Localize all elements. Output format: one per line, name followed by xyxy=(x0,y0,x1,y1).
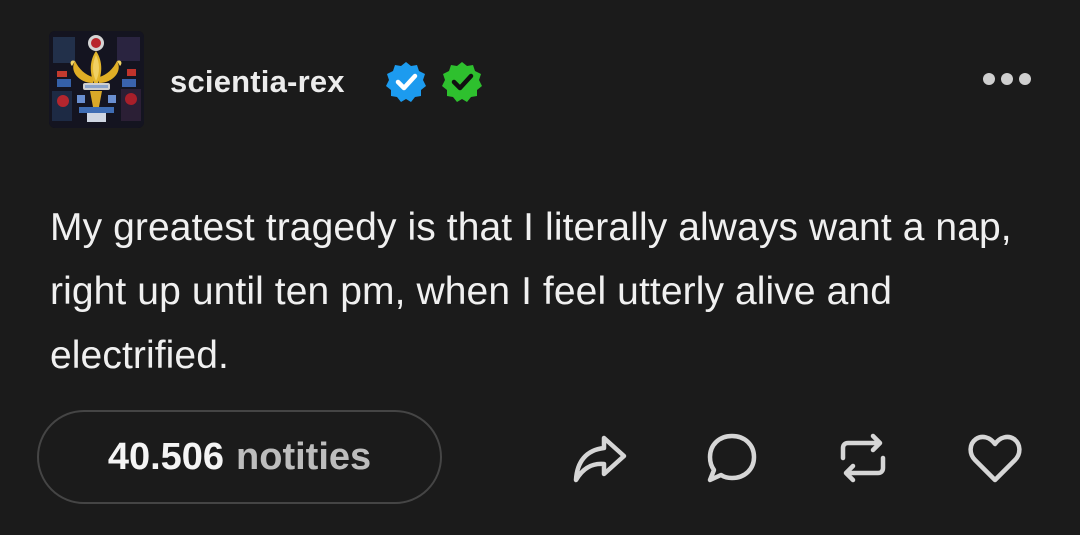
stained-glass-fleur-de-lis-avatar xyxy=(49,31,144,128)
post-card: scientia-rex My greatest tragedy is that… xyxy=(0,0,1080,535)
author-username[interactable]: scientia-rex xyxy=(170,62,345,102)
notes-label: notities xyxy=(236,435,372,478)
notes-button[interactable]: 40.506 notities xyxy=(37,410,442,504)
verified-badge-icon xyxy=(384,60,428,104)
share-icon[interactable] xyxy=(570,428,630,488)
notes-count: 40.506 xyxy=(107,435,225,478)
reblog-icon[interactable] xyxy=(833,428,893,488)
avatar[interactable] xyxy=(49,31,144,128)
like-icon[interactable] xyxy=(965,428,1025,488)
verified-badge-icon xyxy=(440,60,484,104)
post-text: My greatest tragedy is that I literally … xyxy=(50,206,1012,377)
ellipsis-icon[interactable] xyxy=(980,62,1034,96)
reply-icon[interactable] xyxy=(702,428,762,488)
